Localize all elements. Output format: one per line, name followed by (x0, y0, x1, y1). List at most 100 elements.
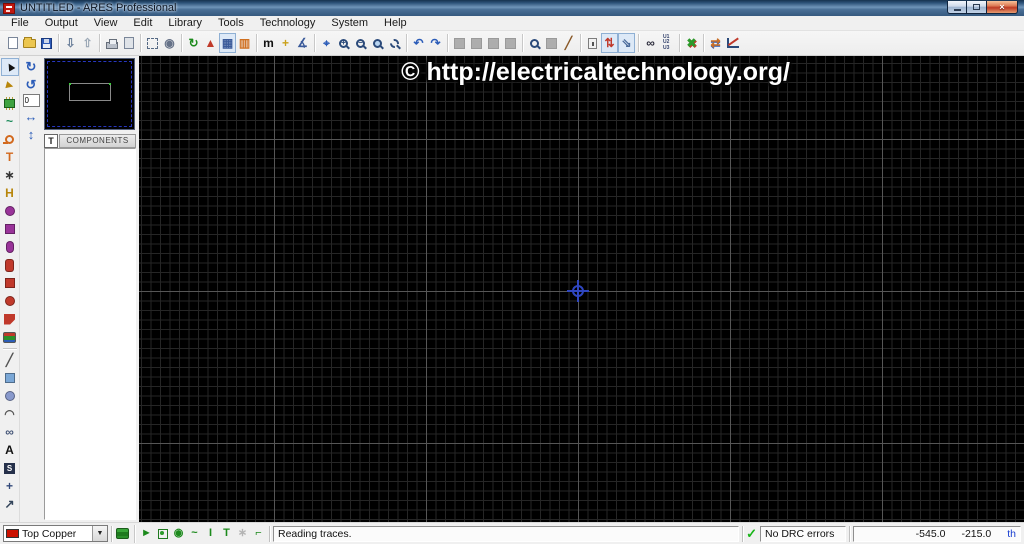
save-design-button[interactable] (38, 33, 55, 53)
dimension-2d-button[interactable]: ↗ (1, 495, 19, 513)
layers-view-button[interactable]: ▥ (236, 33, 253, 53)
menu-system[interactable]: System (323, 16, 376, 30)
edit-tool-button[interactable]: ╱ (560, 33, 577, 53)
flip-view-button[interactable]: ▲ (202, 33, 219, 53)
round-pad-button[interactable] (1, 202, 19, 220)
symbol-2d-button[interactable]: S (1, 459, 19, 477)
track-status-button[interactable]: ~ (187, 525, 202, 542)
dil-pad-button[interactable] (1, 238, 19, 256)
gateswap-icon: ⇄ (710, 36, 721, 50)
line-2d-button[interactable]: ╱ (1, 351, 19, 369)
object-selector-list[interactable] (44, 148, 136, 520)
circle-2d-button[interactable] (1, 387, 19, 405)
auto-router-button[interactable]: ✖ (683, 33, 700, 53)
circle-2d-icon (4, 391, 15, 401)
print-button[interactable] (103, 33, 120, 53)
x-cursor-button[interactable]: ∡ (294, 33, 311, 53)
block-delete-button[interactable] (502, 33, 519, 53)
drc-ok-icon: ✓ (746, 525, 757, 541)
menu-view[interactable]: View (86, 16, 126, 30)
new-document-button[interactable] (4, 33, 21, 53)
minimize-button[interactable] (947, 1, 967, 14)
restore-button[interactable] (967, 1, 987, 14)
print-marked-area-button[interactable] (120, 33, 137, 53)
square-pad-button[interactable] (1, 220, 19, 238)
redo-button[interactable]: ↷ (427, 33, 444, 53)
menu-output[interactable]: Output (37, 16, 86, 30)
redraw-button[interactable]: ↻ (185, 33, 202, 53)
selection-tool-button[interactable]: ► (0, 58, 19, 76)
close-button[interactable]: × (987, 1, 1018, 14)
pick-parts-button[interactable] (526, 33, 543, 53)
search-tag-button[interactable]: ∞ (642, 33, 659, 53)
menu-file[interactable]: File (3, 16, 37, 30)
edge-connector-pad-button[interactable] (1, 256, 19, 274)
trace-mode-status-button[interactable]: ► (139, 525, 154, 542)
connectivity-rule-button[interactable]: H (1, 184, 19, 202)
pad-status-button[interactable] (155, 525, 170, 542)
via-mode-button[interactable] (1, 130, 19, 148)
rotation-angle-input[interactable] (22, 94, 40, 107)
layer-selector[interactable]: Top Copper ▼ (3, 525, 108, 542)
overview-viewport[interactable] (69, 83, 111, 101)
block-copy-button[interactable] (451, 33, 468, 53)
padstack-button[interactable] (1, 328, 19, 346)
flip-vertical-button[interactable]: ↕ (22, 126, 40, 143)
zoom-out-button[interactable]: − (352, 33, 369, 53)
false-origin-button[interactable]: + (277, 33, 294, 53)
flip-horizontal-button[interactable]: ↔ (22, 108, 40, 125)
text-2d-button[interactable]: A (1, 441, 19, 459)
via-status-button[interactable]: ◉ (171, 525, 186, 542)
snap-cursor-button[interactable]: ⇘ (618, 33, 635, 53)
mark-output-area-button[interactable] (144, 33, 161, 53)
menu-help[interactable]: Help (376, 16, 415, 30)
toggle-selector-button[interactable]: T (44, 134, 58, 148)
import-region-button[interactable]: ⇩ (62, 33, 79, 53)
menu-tools[interactable]: Tools (210, 16, 252, 30)
rect-smt-pad-button[interactable] (1, 274, 19, 292)
zoom-in-button[interactable]: + (335, 33, 352, 53)
auto-necking-button[interactable]: ⇅ (601, 33, 618, 53)
box-2d-button[interactable] (1, 369, 19, 387)
width-status-button[interactable]: I (203, 525, 218, 542)
menu-library[interactable]: Library (160, 16, 210, 30)
center-at-cursor-button[interactable]: ⌖ (318, 33, 335, 53)
pcb-canvas[interactable]: © http://electricaltechnology.org/ (139, 56, 1024, 522)
export-region-button[interactable]: ⇧ (79, 33, 96, 53)
circular-smt-pad-button[interactable] (1, 292, 19, 310)
track-mode-button[interactable]: ~ (1, 112, 19, 130)
zoom-area-button[interactable] (386, 33, 403, 53)
block-move-button[interactable] (468, 33, 485, 53)
export-graphics-button[interactable]: ◉ (161, 33, 178, 53)
open-design-button[interactable] (21, 33, 38, 53)
polygonal-smt-pad-button[interactable] (1, 310, 19, 328)
ratsnest-status-button[interactable]: ∗ (235, 525, 250, 542)
grid-toggle-button[interactable]: ▦ (219, 33, 236, 53)
zoom-all-button[interactable] (369, 33, 386, 53)
package-mode-button[interactable] (1, 94, 19, 112)
block-rotate-button[interactable] (485, 33, 502, 53)
menu-technology[interactable]: Technology (252, 16, 324, 30)
marker-2d-button[interactable]: + (1, 477, 19, 495)
make-package-button[interactable] (543, 33, 560, 53)
ratsnest-mode-button[interactable]: ∗ (1, 166, 19, 184)
layer-visibility-button[interactable] (115, 525, 130, 542)
trace-lock-button[interactable] (584, 33, 601, 53)
drc-report-button[interactable] (724, 33, 741, 53)
rotate-ccw-button[interactable]: ↺ (22, 76, 40, 93)
menu-edit[interactable]: Edit (125, 16, 160, 30)
metric-toggle-button[interactable]: m (260, 33, 277, 53)
path-2d-button[interactable]: ∞ (1, 423, 19, 441)
zone-mode-button[interactable]: T (1, 148, 19, 166)
zone-status-button[interactable]: T (219, 525, 234, 542)
rotate-cw-button[interactable]: ↻ (22, 58, 40, 75)
overview-panel[interactable] (44, 58, 135, 130)
layer-dropdown-arrow-icon[interactable]: ▼ (92, 526, 107, 541)
tidy-status-button[interactable]: ⌐ (251, 525, 266, 542)
gateswap-button[interactable]: ⇄ (707, 33, 724, 53)
component-mode-button[interactable]: ► (1, 76, 19, 94)
window-buttons: × (947, 1, 1018, 15)
arc-2d-button[interactable]: ◠ (1, 405, 19, 423)
undo-button[interactable]: ↶ (410, 33, 427, 53)
design-explorer-button[interactable]: U1 U2 U3 (659, 33, 676, 53)
